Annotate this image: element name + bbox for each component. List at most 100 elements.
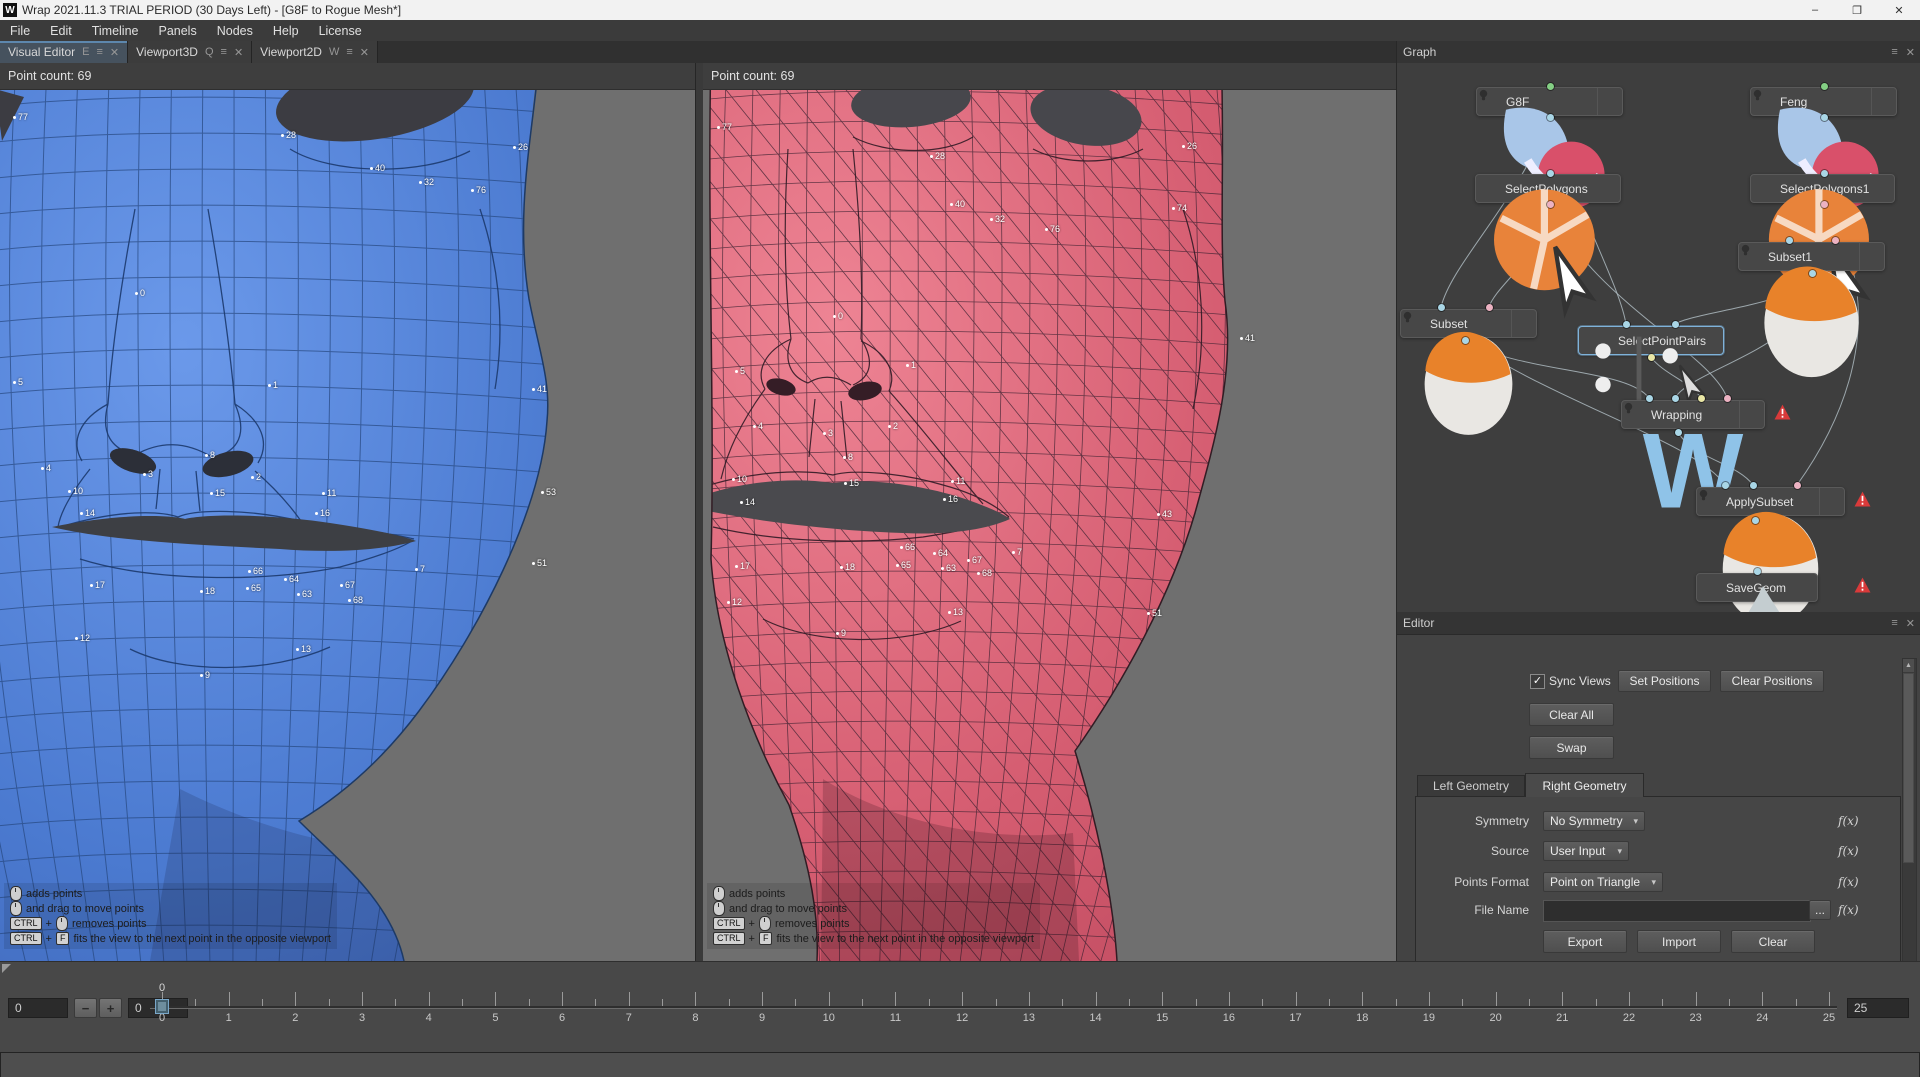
point-marker-68[interactable]: 68: [977, 569, 992, 578]
point-marker-53[interactable]: 53: [541, 488, 556, 497]
graph-node-g8f[interactable]: G8F: [1476, 87, 1623, 116]
graph-node-selectpointpairs[interactable]: SelectPointPairs: [1578, 326, 1724, 355]
symmetry-dropdown[interactable]: No Symmetry ▾: [1543, 811, 1645, 831]
point-marker-64[interactable]: 64: [933, 549, 948, 558]
node-port-blue[interactable]: [1646, 395, 1653, 402]
point-marker-7[interactable]: 7: [415, 565, 425, 574]
title-bar[interactable]: W Wrap 2021.11.3 TRIAL PERIOD (30 Days L…: [0, 0, 1920, 20]
point-marker-67[interactable]: 67: [340, 581, 355, 590]
tab-viewport3d[interactable]: Viewport3DQ≡✕: [128, 41, 252, 63]
node-port-pink[interactable]: [1724, 395, 1731, 402]
export-button[interactable]: Export: [1543, 930, 1627, 953]
point-marker-28[interactable]: 28: [281, 131, 296, 140]
viewport-left-canvas[interactable]: 7728403226760514143253518101514111617186…: [0, 89, 695, 961]
file-name-fx-icon[interactable]: f(x): [1838, 903, 1868, 917]
node-port-blue[interactable]: [1821, 170, 1828, 177]
graph-node-subset1[interactable]: Subset1: [1738, 242, 1885, 271]
point-marker-76[interactable]: 76: [1045, 225, 1060, 234]
point-marker-51[interactable]: 51: [1147, 609, 1162, 618]
points-format-fx-icon[interactable]: f(x): [1838, 875, 1868, 889]
point-marker-0[interactable]: 0: [135, 289, 145, 298]
point-marker-77[interactable]: 77: [717, 123, 732, 132]
menu-item-file[interactable]: File: [0, 20, 40, 41]
minimize-button[interactable]: –: [1794, 0, 1836, 20]
node-port-yellow[interactable]: [1648, 354, 1655, 361]
point-marker-64[interactable]: 64: [284, 575, 299, 584]
point-marker-63[interactable]: 63: [941, 564, 956, 573]
frame-increment-button[interactable]: +: [99, 998, 122, 1018]
point-marker-66[interactable]: 66: [900, 543, 915, 552]
tab-close-icon[interactable]: ✕: [360, 46, 369, 59]
point-marker-11[interactable]: 11: [951, 477, 965, 486]
range-end-input[interactable]: 25: [1847, 998, 1909, 1018]
node-port-green[interactable]: [1547, 83, 1554, 90]
editor-scrollbar[interactable]: ▲ ▼: [1902, 658, 1917, 985]
clear-all-button[interactable]: Clear All: [1529, 703, 1614, 726]
point-marker-5[interactable]: 5: [735, 367, 745, 376]
point-marker-67[interactable]: 67: [967, 556, 982, 565]
point-marker-32[interactable]: 32: [419, 178, 434, 187]
point-marker-4[interactable]: 4: [753, 422, 763, 431]
graph-node-applysubset[interactable]: ApplySubset: [1696, 487, 1845, 516]
node-port-blue[interactable]: [1821, 114, 1828, 121]
menu-item-nodes[interactable]: Nodes: [207, 20, 263, 41]
tab-close-icon[interactable]: ✕: [234, 46, 243, 59]
point-marker-11[interactable]: 11: [322, 489, 336, 498]
node-port-blue[interactable]: [1675, 429, 1682, 436]
clear-positions-button[interactable]: Clear Positions: [1720, 670, 1824, 692]
node-port-green[interactable]: [1821, 83, 1828, 90]
node-port-blue[interactable]: [1750, 482, 1757, 489]
point-marker-17[interactable]: 17: [735, 562, 750, 571]
node-port-pink[interactable]: [1486, 304, 1493, 311]
point-marker-5[interactable]: 5: [13, 378, 23, 387]
node-port-blue[interactable]: [1672, 395, 1679, 402]
node-port-pink[interactable]: [1794, 482, 1801, 489]
point-marker-68[interactable]: 68: [348, 596, 363, 605]
point-marker-12[interactable]: 12: [727, 598, 742, 607]
graph-close-icon[interactable]: ✕: [1906, 46, 1915, 59]
graph-node-wrapping[interactable]: WWrapping: [1621, 400, 1765, 429]
scrollbar-thumb[interactable]: [1903, 673, 1914, 863]
point-marker-16[interactable]: 16: [943, 495, 958, 504]
point-marker-18[interactable]: 18: [200, 587, 215, 596]
node-port-blue[interactable]: [1672, 321, 1679, 328]
tab-visual-editor[interactable]: Visual EditorE≡✕: [0, 41, 128, 63]
source-fx-icon[interactable]: f(x): [1838, 844, 1868, 858]
point-marker-14[interactable]: 14: [740, 498, 755, 507]
clear-button[interactable]: Clear: [1731, 930, 1815, 953]
point-marker-2[interactable]: 2: [888, 422, 898, 431]
node-port-blue[interactable]: [1547, 114, 1554, 121]
node-port-pink[interactable]: [1832, 237, 1839, 244]
sync-views-checkbox[interactable]: ✓: [1530, 674, 1545, 689]
point-marker-26[interactable]: 26: [1182, 142, 1197, 151]
point-marker-1[interactable]: 1: [268, 381, 278, 390]
point-marker-8[interactable]: 8: [843, 453, 853, 462]
point-marker-3[interactable]: 3: [143, 470, 153, 479]
point-marker-4[interactable]: 4: [41, 464, 51, 473]
tab-viewport2d[interactable]: Viewport2DW≡✕: [252, 41, 378, 63]
point-marker-18[interactable]: 18: [840, 563, 855, 572]
close-button[interactable]: ✕: [1878, 0, 1920, 20]
tab-right-geometry[interactable]: Right Geometry: [1525, 773, 1644, 797]
import-button[interactable]: Import: [1637, 930, 1721, 953]
points-format-dropdown[interactable]: Point on Triangle ▾: [1543, 872, 1663, 892]
node-port-yellow[interactable]: [1698, 395, 1705, 402]
node-port-blue[interactable]: [1438, 304, 1445, 311]
point-marker-65[interactable]: 65: [246, 584, 261, 593]
playhead-handle[interactable]: [155, 999, 169, 1014]
browse-button[interactable]: ...: [1809, 900, 1831, 920]
menu-item-timeline[interactable]: Timeline: [82, 20, 149, 41]
point-marker-13[interactable]: 13: [296, 645, 311, 654]
point-marker-1[interactable]: 1: [906, 361, 916, 370]
symmetry-fx-icon[interactable]: f(x): [1838, 814, 1868, 828]
timeline-resize-grip[interactable]: [2, 964, 11, 973]
point-marker-74[interactable]: 74: [1172, 204, 1187, 213]
node-port-blue[interactable]: [1754, 568, 1761, 575]
point-marker-9[interactable]: 9: [200, 671, 210, 680]
point-marker-40[interactable]: 40: [950, 200, 965, 209]
point-marker-7[interactable]: 7: [1012, 548, 1022, 557]
point-marker-63[interactable]: 63: [297, 590, 312, 599]
node-port-blue[interactable]: [1809, 270, 1816, 277]
point-marker-65[interactable]: 65: [896, 561, 911, 570]
menu-item-panels[interactable]: Panels: [148, 20, 206, 41]
